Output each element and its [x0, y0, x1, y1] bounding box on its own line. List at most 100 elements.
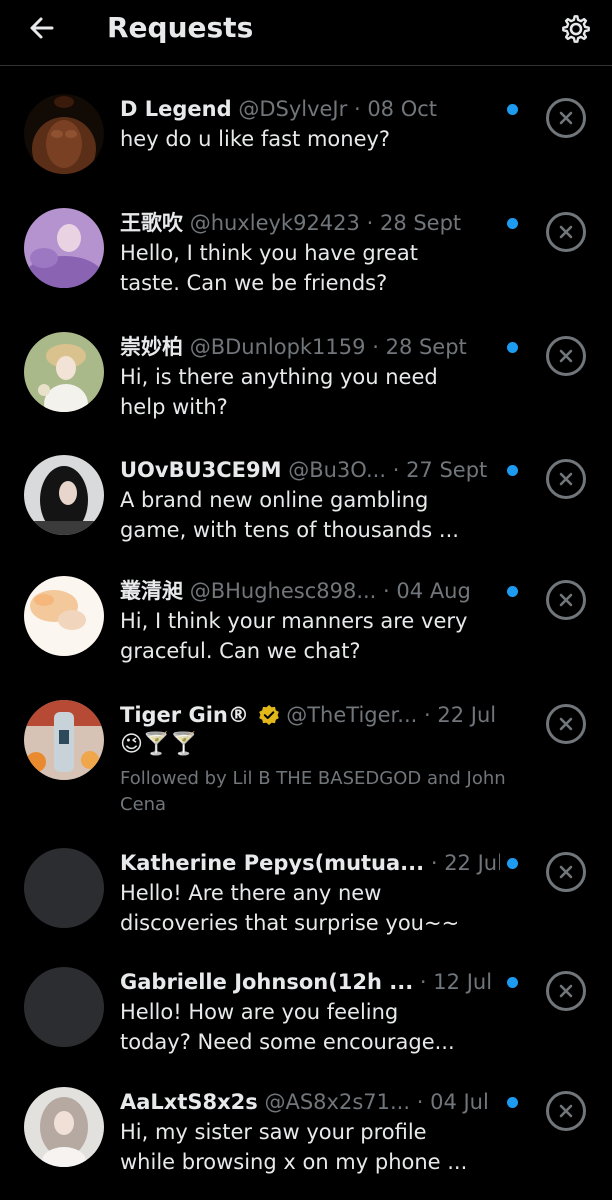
dismiss-button[interactable] [546, 212, 586, 252]
request-item[interactable]: AaLxtS8x2s @AS8x2s71... · 04 Jul Hi, my … [0, 1087, 612, 1197]
dismiss-button[interactable] [546, 971, 586, 1011]
message-date: 28 Sept [385, 335, 467, 359]
separator: · [419, 970, 427, 994]
separator: · [416, 1090, 424, 1114]
avatar[interactable] [24, 332, 104, 412]
avatar[interactable] [24, 455, 104, 535]
message-date: 08 Oct [367, 97, 438, 121]
unread-indicator [507, 586, 518, 597]
close-icon [559, 225, 573, 239]
unread-indicator [507, 465, 518, 476]
sender-name: Katherine Pepys(mutua... [120, 851, 425, 875]
close-icon [559, 984, 573, 998]
sender-name: D Legend [120, 97, 232, 121]
separator: · [430, 851, 438, 875]
sender-name: Tiger Gin® [120, 703, 249, 727]
close-icon [559, 1104, 573, 1118]
request-header: D Legend @DSylveJr · 08 Oct [120, 94, 500, 124]
avatar[interactable] [24, 576, 104, 656]
close-icon [559, 472, 573, 486]
close-icon [559, 111, 573, 125]
sender-name: 崇妙柏 [120, 335, 183, 359]
sender-name: UOvBU3CE9M [120, 458, 282, 482]
dismiss-button[interactable] [546, 1091, 586, 1131]
close-icon [559, 865, 573, 879]
message-preview: Hello! How are you feeling today? Need s… [120, 1000, 455, 1054]
unread-indicator [507, 1097, 518, 1108]
message-preview: A brand new online gambling game, with t… [120, 488, 459, 542]
dismiss-button[interactable] [546, 98, 586, 138]
sender-name: 叢清昶 [120, 579, 183, 603]
unread-indicator [507, 858, 518, 869]
request-header: 崇妙柏 @BDunlopk1159 · 28 Sept [120, 332, 500, 362]
message-date: 04 Jul [430, 1090, 489, 1114]
request-header: 叢清昶 @BHughesc898... · 04 Aug [120, 576, 500, 606]
sender-handle: @BDunlopk1159 [189, 335, 366, 359]
separator: · [366, 211, 374, 235]
avatar[interactable] [24, 208, 104, 288]
message-date: 04 Aug [396, 579, 471, 603]
sender-handle: @TheTiger... [286, 703, 418, 727]
sender-name: AaLxtS8x2s [120, 1090, 258, 1114]
message-preview: Hello! Are there any new discoveries tha… [120, 881, 460, 935]
message-preview: Hello, I think you have great taste. Can… [120, 241, 418, 295]
avatar[interactable] [24, 1087, 104, 1167]
request-header: Tiger Gin® @TheTiger... · 22 Jul [120, 700, 500, 730]
message-preview: hey do u like fast money? [120, 127, 391, 151]
request-item[interactable]: Gabrielle Johnson(12h ... · 12 Jul Hello… [0, 967, 612, 1077]
sender-name: Gabrielle Johnson(12h ... [120, 970, 414, 994]
unread-indicator [507, 342, 518, 353]
request-header: Gabrielle Johnson(12h ... · 12 Jul [120, 967, 500, 997]
avatar[interactable] [24, 94, 104, 174]
dismiss-button[interactable] [546, 852, 586, 892]
dismiss-button[interactable] [546, 336, 586, 376]
message-date: 12 Jul [433, 970, 493, 994]
message-preview: Hi, is there anything you need help with… [120, 365, 438, 419]
gear-icon [562, 15, 590, 43]
separator: · [423, 703, 431, 727]
dismiss-button[interactable] [546, 459, 586, 499]
request-header: AaLxtS8x2s @AS8x2s71... · 04 Jul [120, 1087, 500, 1117]
sender-handle: @Bu3O... [288, 458, 386, 482]
request-item[interactable]: 王歌吹 @huxleyk92423 · 28 Sept Hello, I thi… [0, 208, 612, 318]
arrow-left-icon [30, 17, 54, 39]
followed-by-text: Followed by Lil B THE BASEDGOD and John … [120, 768, 506, 815]
dismiss-button[interactable] [546, 704, 586, 744]
sender-handle: @DSylveJr [238, 97, 348, 121]
verified-badge-icon [258, 705, 279, 725]
request-item[interactable]: D Legend @DSylveJr · 08 Oct hey do u lik… [0, 94, 612, 204]
avatar[interactable] [24, 967, 104, 1047]
close-icon [559, 593, 573, 607]
unread-indicator [507, 977, 518, 988]
dismiss-button[interactable] [546, 580, 586, 620]
unread-indicator [507, 218, 518, 229]
sender-handle: @huxleyk92423 [189, 211, 360, 235]
sender-name: 王歌吹 [120, 211, 183, 235]
request-item[interactable]: 崇妙柏 @BDunlopk1159 · 28 Sept Hi, is there… [0, 332, 612, 442]
unread-indicator [507, 104, 518, 115]
message-date: 28 Sept [379, 211, 462, 235]
sender-handle: @BHughesc898... [189, 579, 377, 603]
back-button[interactable] [24, 10, 60, 46]
separator: · [392, 458, 400, 482]
top-bar: Requests [0, 0, 612, 66]
close-icon [559, 717, 573, 731]
request-item[interactable]: 叢清昶 @BHughesc898... · 04 Aug Hi, I think… [0, 576, 612, 686]
request-header: UOvBU3CE9M @Bu3O... · 27 Sept [120, 455, 500, 485]
request-item[interactable]: Tiger Gin® @TheTiger... · 22 Jul 😉🍸🍸 Fol… [0, 700, 612, 840]
avatar[interactable] [24, 700, 104, 780]
page-title: Requests [107, 11, 254, 44]
sender-handle: @AS8x2s71... [264, 1090, 411, 1114]
message-preview: Hi, my sister saw your profile while bro… [120, 1120, 468, 1174]
message-preview: 😉🍸🍸 [120, 732, 198, 757]
request-item[interactable]: UOvBU3CE9M @Bu3O... · 27 Sept A brand ne… [0, 455, 612, 565]
request-header: 王歌吹 @huxleyk92423 · 28 Sept [120, 208, 500, 238]
avatar[interactable] [24, 848, 104, 928]
message-date: 22 Jul [437, 703, 497, 727]
separator: · [383, 579, 390, 603]
message-date: 22 Jul [444, 851, 500, 875]
settings-button[interactable] [556, 9, 596, 49]
request-item[interactable]: Katherine Pepys(mutua... · 22 Jul Hello!… [0, 848, 612, 958]
request-header: Katherine Pepys(mutua... · 22 Jul [120, 848, 500, 878]
message-preview: Hi, I think your manners are very gracef… [120, 609, 468, 663]
